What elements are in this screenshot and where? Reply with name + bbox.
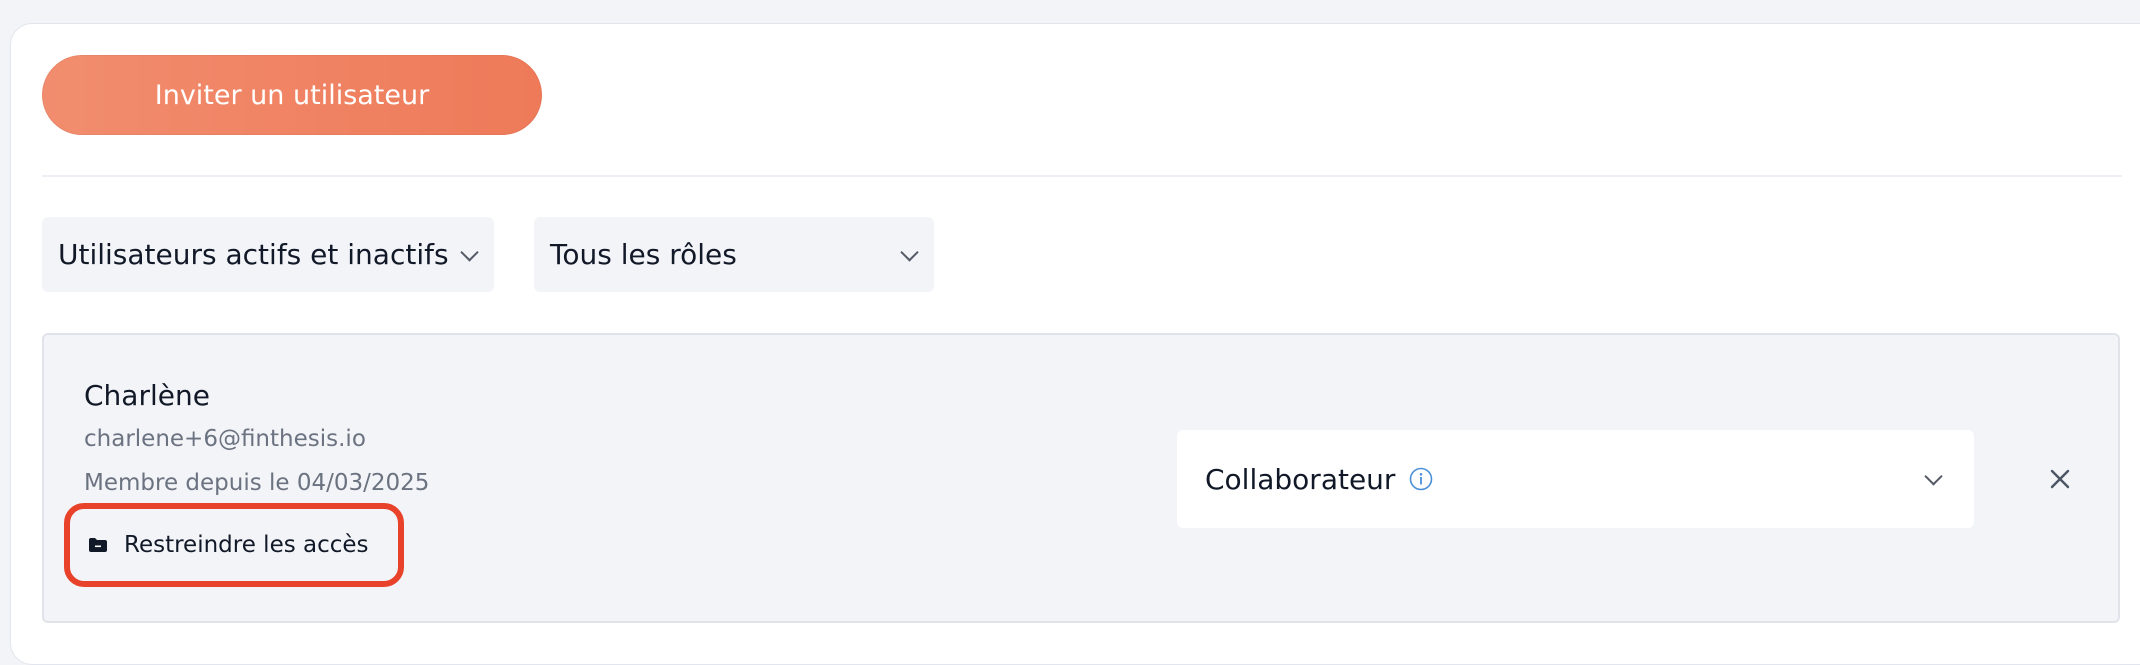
chevron-down-icon [1924, 467, 1943, 486]
folder-icon [89, 538, 107, 552]
info-icon[interactable] [1409, 467, 1433, 491]
user-role-value: Collaborateur [1205, 462, 1396, 496]
status-filter-value: Utilisateurs actifs et inactifs [58, 238, 449, 271]
status-filter-select[interactable]: Utilisateurs actifs et inactifs [42, 217, 494, 292]
invite-user-button[interactable]: Inviter un utilisateur [42, 55, 542, 135]
user-email: charlene+6@finthesis.io [84, 426, 366, 452]
restrict-access-label: Restreindre les accès [124, 532, 369, 558]
role-filter-value: Tous les rôles [550, 238, 737, 271]
user-member-since: Membre depuis le 04/03/2025 [84, 470, 430, 496]
chevron-down-icon [460, 242, 479, 262]
user-card: Charlène charlene+6@finthesis.io Membre … [42, 333, 2120, 623]
chevron-down-icon [900, 242, 919, 262]
user-role-select[interactable]: Collaborateur [1177, 430, 1974, 528]
close-icon[interactable] [2044, 463, 2076, 495]
user-name: Charlène [84, 379, 210, 412]
restrict-access-button[interactable]: Restreindre les accès [64, 503, 404, 587]
role-filter-select[interactable]: Tous les rôles [534, 217, 934, 292]
divider [42, 175, 2122, 177]
